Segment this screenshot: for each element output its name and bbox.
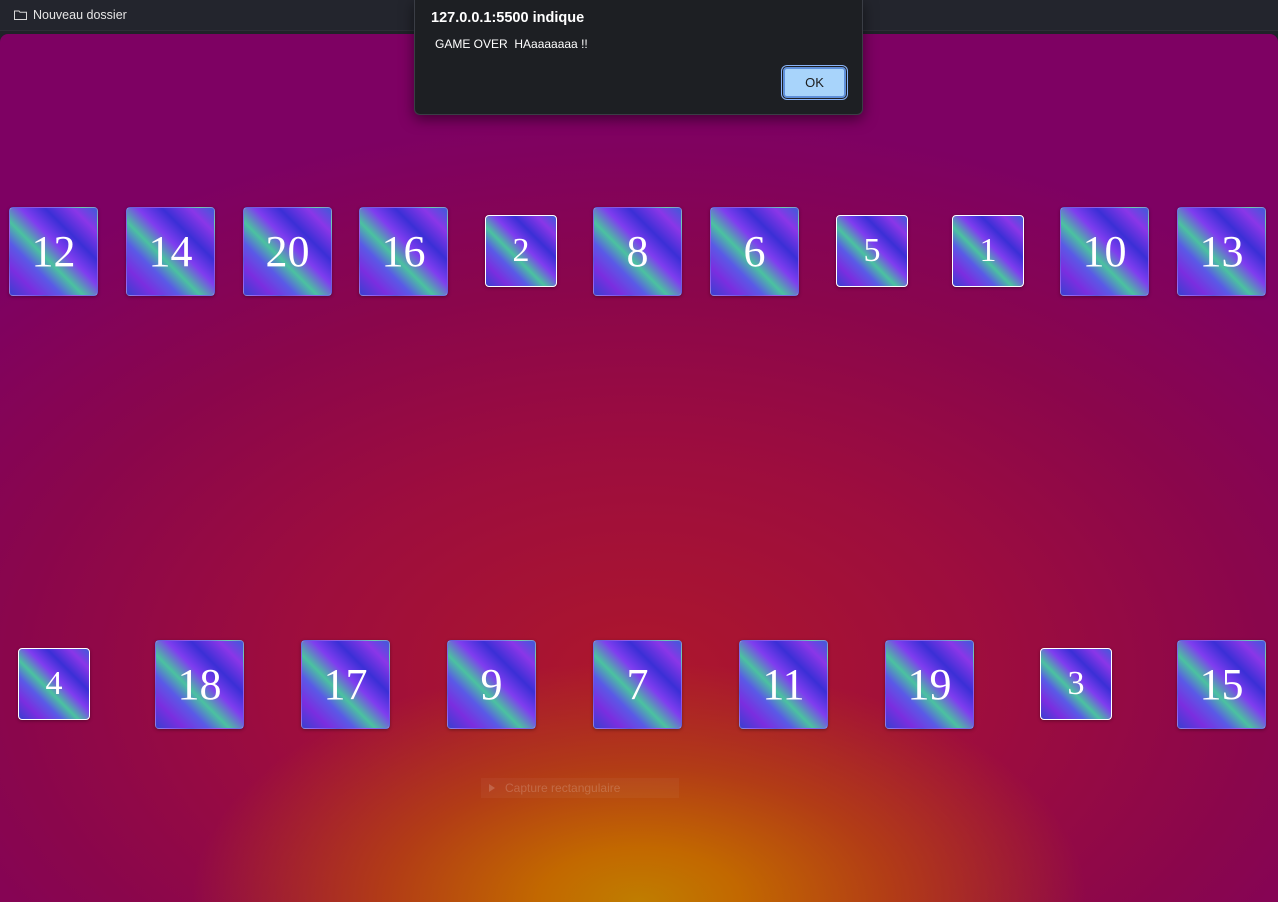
capture-overlay-label: Capture rectangulaire — [505, 781, 621, 795]
number-card[interactable]: 6 — [710, 207, 799, 296]
number-card[interactable]: 10 — [1060, 207, 1149, 296]
alert-dialog: 127.0.0.1:5500 indique GAME OVER HAaaaaa… — [414, 0, 863, 115]
number-card[interactable]: 19 — [885, 640, 974, 729]
number-card-selected[interactable]: 3 — [1040, 648, 1112, 720]
number-card-selected[interactable]: 1 — [952, 215, 1024, 287]
alert-message: GAME OVER HAaaaaaaa !! — [435, 37, 588, 51]
capture-overlay-hint: Capture rectangulaire — [481, 778, 679, 798]
bookmark-folder[interactable]: Nouveau dossier — [14, 7, 127, 23]
number-card[interactable]: 20 — [243, 207, 332, 296]
number-card[interactable]: 15 — [1177, 640, 1266, 729]
play-icon — [489, 784, 495, 792]
number-card[interactable]: 9 — [447, 640, 536, 729]
number-card-selected[interactable]: 4 — [18, 648, 90, 720]
number-card[interactable]: 18 — [155, 640, 244, 729]
alert-title: 127.0.0.1:5500 indique — [431, 10, 585, 26]
number-card[interactable]: 8 — [593, 207, 682, 296]
number-card[interactable]: 16 — [359, 207, 448, 296]
game-area: 12 14 20 16 2 8 6 5 1 10 13 4 18 17 9 7 … — [0, 34, 1278, 902]
ok-button[interactable]: OK — [783, 67, 846, 98]
number-card[interactable]: 11 — [739, 640, 828, 729]
bookmark-folder-label: Nouveau dossier — [33, 8, 127, 22]
number-card[interactable]: 12 — [9, 207, 98, 296]
number-card[interactable]: 17 — [301, 640, 390, 729]
number-card-selected[interactable]: 5 — [836, 215, 908, 287]
number-card[interactable]: 7 — [593, 640, 682, 729]
number-card[interactable]: 13 — [1177, 207, 1266, 296]
number-card-selected[interactable]: 2 — [485, 215, 557, 287]
folder-icon — [14, 10, 27, 20]
number-card[interactable]: 14 — [126, 207, 215, 296]
